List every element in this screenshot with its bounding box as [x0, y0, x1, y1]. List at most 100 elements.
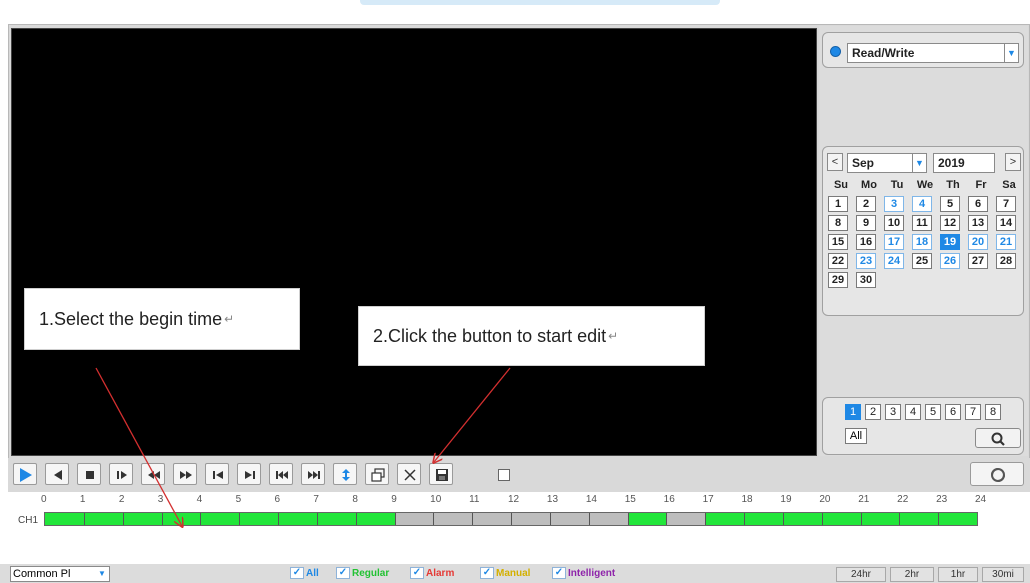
stop-button[interactable]: [77, 463, 101, 485]
year-input[interactable]: 2019: [933, 153, 995, 173]
filter-manual[interactable]: ✓ Manual: [480, 567, 530, 581]
calendar-day-6[interactable]: 6: [968, 196, 988, 212]
next-file-icon: [308, 471, 320, 479]
calendar-day-23[interactable]: 23: [856, 253, 876, 269]
hour-tick: [899, 513, 901, 525]
channel-button-1[interactable]: 1: [845, 404, 861, 420]
channel-button-5[interactable]: 5: [925, 404, 941, 420]
hour-tick: [122, 513, 124, 525]
fast-forward-button[interactable]: [173, 463, 197, 485]
channel-button-3[interactable]: 3: [885, 404, 901, 420]
calendar-day-22[interactable]: 22: [828, 253, 848, 269]
refresh-button[interactable]: [970, 462, 1024, 486]
zoom-24hr-button[interactable]: 24hr: [836, 567, 886, 582]
slow-backward-button[interactable]: [141, 463, 165, 485]
side-panel: Read/Write ▼ < Sep ▼ 2019 > Su Mo Tu We Th Fr…: [819, 26, 1028, 456]
previous-file-button[interactable]: [269, 463, 293, 485]
calendar-day-18[interactable]: 18: [912, 234, 932, 250]
weekday-header: Su Mo Tu We Th Fr Sa: [827, 179, 1023, 195]
hour-tick: [316, 513, 318, 525]
sync-button[interactable]: [333, 463, 357, 485]
calendar-day-14[interactable]: 14: [996, 215, 1016, 231]
zoom-1hr-button[interactable]: 1hr: [938, 567, 978, 582]
calendar-day-10[interactable]: 10: [884, 215, 904, 231]
filter-label: All: [306, 568, 319, 579]
calendar-day-12[interactable]: 12: [940, 215, 960, 231]
channel-button-7[interactable]: 7: [965, 404, 981, 420]
mode-select[interactable]: Read/Write ▼: [847, 43, 1019, 63]
zoom-2hr-button[interactable]: 2hr: [890, 567, 934, 582]
hour-label-0: 0: [41, 494, 47, 505]
month-select[interactable]: Sep ▼: [847, 153, 927, 173]
channel-button-8[interactable]: 8: [985, 404, 1001, 420]
timeline-bar[interactable]: [44, 512, 978, 526]
calendar-day-13[interactable]: 13: [968, 215, 988, 231]
calendar-day-7[interactable]: 7: [996, 196, 1016, 212]
next-file-button[interactable]: [301, 463, 325, 485]
callout1-text: 1.Select the begin time: [39, 308, 223, 329]
window-icon: [371, 468, 385, 482]
next-frame-button[interactable]: [237, 463, 261, 485]
calendar-day-2[interactable]: 2: [856, 196, 876, 212]
calendar-day-17[interactable]: 17: [884, 234, 904, 250]
calendar-day-20[interactable]: 20: [968, 234, 988, 250]
playback-toolbar: [8, 458, 1030, 492]
calendar-day-11[interactable]: 11: [912, 215, 932, 231]
prev-month-button[interactable]: <: [827, 153, 843, 171]
calendar-day-4[interactable]: 4: [912, 196, 932, 212]
hour-tick: [744, 513, 745, 525]
hour-label-12: 12: [508, 494, 520, 505]
reverse-play-button[interactable]: [45, 463, 69, 485]
play-button[interactable]: [13, 463, 37, 485]
playlist-select[interactable]: Common Pl ▼: [10, 566, 110, 582]
playlist-select-value: Common Pl: [13, 568, 71, 580]
hour-label-18: 18: [741, 494, 753, 505]
previous-frame-button[interactable]: [205, 463, 229, 485]
calendar-day-24[interactable]: 24: [884, 253, 904, 269]
hour-tick: [549, 513, 551, 525]
mode-radio[interactable]: [830, 46, 841, 57]
calendar-day-9[interactable]: 9: [856, 215, 876, 231]
edit-checkbox[interactable]: [498, 469, 510, 481]
calendar-day-3[interactable]: 3: [884, 196, 904, 212]
next-month-button[interactable]: >: [1005, 153, 1021, 171]
calendar-day-8[interactable]: 8: [828, 215, 848, 231]
calendar-day-25[interactable]: 25: [912, 253, 932, 269]
hour-tick: [782, 513, 784, 525]
calendar-day-28[interactable]: 28: [996, 253, 1016, 269]
filter-all[interactable]: ✓ All: [290, 567, 319, 581]
channel-button-4[interactable]: 4: [905, 404, 921, 420]
clip-edit-button[interactable]: [397, 463, 421, 485]
hour-label-4: 4: [196, 494, 203, 505]
step-forward-icon: [117, 471, 127, 479]
calendar-day-16[interactable]: 16: [856, 234, 876, 250]
hour-label-14: 14: [585, 494, 597, 505]
all-channels-button[interactable]: All: [845, 428, 867, 444]
filter-alarm[interactable]: ✓ Alarm: [410, 567, 454, 581]
weekday-label: Sa: [1002, 179, 1016, 191]
calendar-day-19[interactable]: 19: [940, 234, 960, 250]
window-button[interactable]: [365, 463, 389, 485]
calendar-day-27[interactable]: 27: [968, 253, 988, 269]
save-clip-button[interactable]: [429, 463, 453, 485]
hour-label-22: 22: [897, 494, 909, 505]
chevron-down-icon: ▼: [1004, 44, 1018, 62]
filter-intelligent[interactable]: ✓ Intelligent: [552, 567, 615, 581]
calendar-day-15[interactable]: 15: [828, 234, 848, 250]
channel-button-2[interactable]: 2: [865, 404, 881, 420]
checkbox-checked-icon: ✓: [480, 567, 494, 580]
calendar-day-30[interactable]: 30: [856, 272, 876, 288]
zoom-30mi-button[interactable]: 30mi: [982, 567, 1024, 582]
weekday-label: Su: [833, 179, 849, 191]
calendar-day-26[interactable]: 26: [940, 253, 960, 269]
channel-label: CH1: [18, 515, 39, 526]
calendar-day-5[interactable]: 5: [940, 196, 960, 212]
search-button[interactable]: [975, 428, 1021, 448]
channel-button-6[interactable]: 6: [945, 404, 961, 420]
filter-regular[interactable]: ✓ Regular: [336, 567, 389, 581]
calendar-day-21[interactable]: 21: [996, 234, 1016, 250]
calendar-day-1[interactable]: 1: [828, 196, 848, 212]
calendar-day-29[interactable]: 29: [828, 272, 848, 288]
video-display[interactable]: [11, 28, 817, 456]
step-forward-button[interactable]: [109, 463, 133, 485]
